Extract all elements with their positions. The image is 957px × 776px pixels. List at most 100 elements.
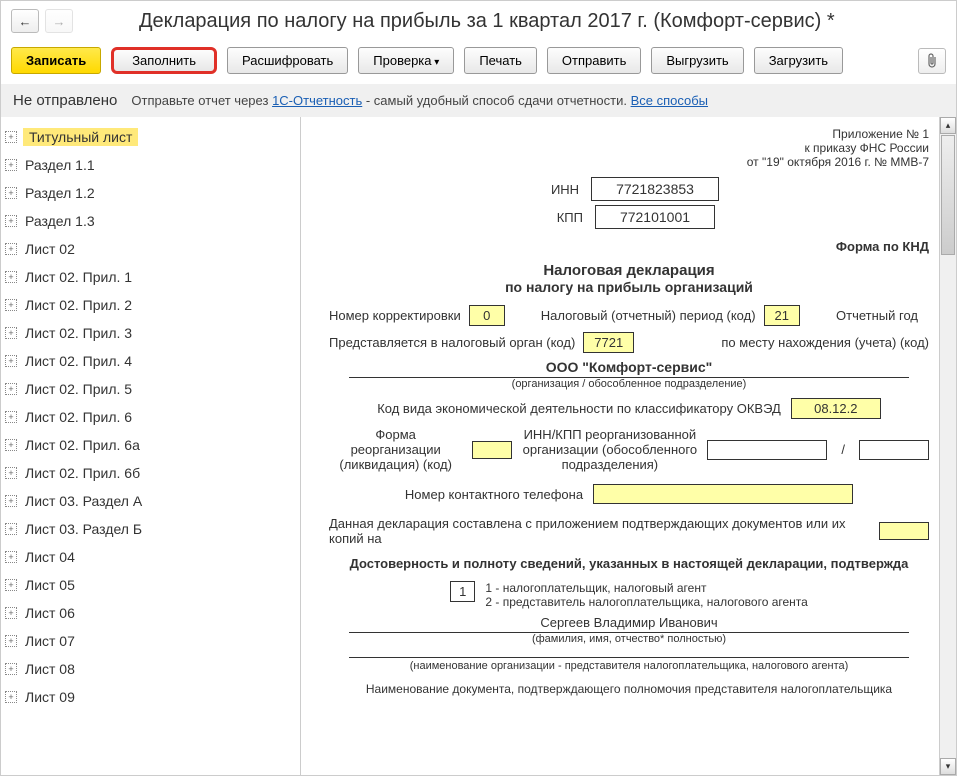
corr-field[interactable]: 0 [469, 305, 505, 326]
main: +Титульный лист+Раздел 1.1+Раздел 1.2+Ра… [1, 117, 956, 775]
tree-item-label: Лист 02. Прил. 1 [23, 268, 134, 286]
content-scrollbar[interactable]: ▴ ▾ [939, 117, 956, 775]
scroll-down-button[interactable]: ▾ [940, 758, 956, 775]
reorg-kpp-field[interactable] [859, 440, 929, 460]
expand-icon[interactable]: + [5, 187, 17, 199]
forward-button[interactable]: → [45, 9, 73, 33]
scroll-up-button[interactable]: ▴ [940, 117, 956, 134]
tree-item[interactable]: +Лист 09 [1, 683, 300, 711]
docs-count-field[interactable] [879, 522, 929, 540]
send-button[interactable]: Отправить [547, 47, 641, 74]
expand-icon[interactable]: + [5, 299, 17, 311]
tree-item-label: Раздел 1.2 [23, 184, 97, 202]
expand-icon[interactable]: + [5, 327, 17, 339]
print-button[interactable]: Печать [464, 47, 537, 74]
company-name: ООО "Комфорт-сервис" [329, 359, 929, 375]
fill-button[interactable]: Заполнить [111, 47, 217, 74]
expand-icon[interactable]: + [5, 635, 17, 647]
phone-field[interactable] [593, 484, 853, 504]
check-button[interactable]: Проверка [358, 47, 454, 74]
export-button[interactable]: Выгрузить [651, 47, 743, 74]
tree-item[interactable]: + Лист 02 [1, 235, 300, 263]
inn-row: ИНН 7721823853 [329, 177, 929, 201]
expand-icon[interactable]: + [5, 355, 17, 367]
tree-item[interactable]: +Лист 02. Прил. 4 [1, 347, 300, 375]
nav-row: ← → Декларация по налогу на прибыль за 1… [1, 1, 956, 41]
tree-item-label: Лист 02. Прил. 6б [23, 464, 142, 482]
tree-item-label: Лист 06 [23, 604, 77, 622]
tree-item[interactable]: + Лист 03. Раздел Б [1, 515, 300, 543]
expand-icon[interactable]: + [5, 131, 17, 143]
tree-item[interactable]: + Лист 02. Прил. 1 [1, 263, 300, 291]
tree-item[interactable]: +Лист 03. Раздел А [1, 487, 300, 515]
header-right: Приложение № 1 к приказу ФНС России от "… [329, 127, 929, 169]
status-label: Не отправлено [13, 92, 117, 109]
expand-icon[interactable]: + [5, 411, 17, 423]
phone-row: Номер контактного телефона [329, 484, 929, 504]
tree-item[interactable]: + Лист 04 [1, 543, 300, 571]
back-button[interactable]: ← [11, 9, 39, 33]
expand-icon[interactable]: + [5, 523, 17, 535]
reorg-code-field[interactable] [472, 441, 512, 459]
tree-item-label: Лист 02. Прил. 2 [23, 296, 134, 314]
import-button[interactable]: Загрузить [754, 47, 843, 74]
tree-item[interactable]: +Раздел 1.1 [1, 151, 300, 179]
tree-item[interactable]: +Лист 05 [1, 571, 300, 599]
tree-item-label: Лист 02. Прил. 3 [23, 324, 134, 342]
kpp-row: КПП 772101001 [329, 205, 929, 229]
tree-item[interactable]: + Раздел 1.2 [1, 179, 300, 207]
organ-field[interactable]: 7721 [583, 332, 634, 353]
attach-button[interactable] [918, 48, 946, 74]
expand-icon[interactable]: + [5, 691, 17, 703]
tree-item-label: Лист 04 [23, 548, 77, 566]
expand-icon[interactable]: + [5, 495, 17, 507]
tree-item[interactable]: + Лист 02. Прил. 3 [1, 319, 300, 347]
scroll-thumb[interactable] [941, 135, 955, 255]
okved-field[interactable]: 08.12.2 [791, 398, 881, 419]
organ-row: Представляется в налоговый орган (код) 7… [329, 332, 929, 353]
expand-icon[interactable]: + [5, 439, 17, 451]
page-title: Декларация по налогу на прибыль за 1 ква… [139, 10, 835, 33]
okved-row: Код вида экономической деятельности по к… [329, 398, 929, 419]
tree-item[interactable]: + Лист 06 [1, 599, 300, 627]
tree-item[interactable]: +Раздел 1.3 [1, 207, 300, 235]
tree-item[interactable]: + Лист 07 [1, 627, 300, 655]
expand-icon[interactable]: + [5, 243, 17, 255]
tree-item-label: Титульный лист [23, 128, 138, 146]
corr-row: Номер корректировки 0 Налоговый (отчетны… [329, 305, 929, 326]
signer-code-field[interactable]: 1 [450, 581, 475, 602]
tree-item[interactable]: + Лист 02. Прил. 5 [1, 375, 300, 403]
expand-icon[interactable]: + [5, 551, 17, 563]
reorg-inn-field[interactable] [707, 440, 827, 460]
expand-icon[interactable]: + [5, 383, 17, 395]
tree-item-label: Лист 02. Прил. 5 [23, 380, 134, 398]
expand-icon[interactable]: + [5, 467, 17, 479]
tree-item[interactable]: +Лист 02. Прил. 6а [1, 431, 300, 459]
link-all[interactable]: Все способы [631, 93, 708, 108]
kpp-field[interactable]: 772101001 [595, 205, 715, 229]
tree-item-label: Лист 02. Прил. 6 [23, 408, 134, 426]
expand-icon[interactable]: + [5, 159, 17, 171]
tree-item-label: Лист 02 [23, 240, 77, 258]
expand-icon[interactable]: + [5, 663, 17, 675]
tree-item[interactable]: + Лист 02. Прил. 2 [1, 291, 300, 319]
status-bar: Не отправлено Отправьте отчет через 1С-О… [1, 84, 956, 117]
app-window: ← → Декларация по налогу на прибыль за 1… [0, 0, 957, 776]
expand-icon[interactable]: + [5, 271, 17, 283]
expand-icon[interactable]: + [5, 215, 17, 227]
write-button[interactable]: Записать [11, 47, 101, 74]
inn-field[interactable]: 7721823853 [591, 177, 719, 201]
sidebar[interactable]: +Титульный лист+Раздел 1.1+Раздел 1.2+Ра… [1, 117, 301, 775]
period-field[interactable]: 21 [764, 305, 800, 326]
tree-item[interactable]: + Лист 02. Прил. 6б [1, 459, 300, 487]
decode-button[interactable]: Расшифровать [227, 47, 348, 74]
code-row: 1 1 - налогоплательщик, налоговый агент … [329, 581, 929, 609]
link-1c[interactable]: 1С-Отчетность [272, 93, 362, 108]
tree-item[interactable]: +Лист 08 [1, 655, 300, 683]
tree-item-label: Лист 03. Раздел Б [23, 520, 144, 538]
tree-item-label: Лист 07 [23, 632, 77, 650]
tree-item[interactable]: + Титульный лист [1, 123, 300, 151]
tree-item[interactable]: + Лист 02. Прил. 6 [1, 403, 300, 431]
expand-icon[interactable]: + [5, 579, 17, 591]
expand-icon[interactable]: + [5, 607, 17, 619]
